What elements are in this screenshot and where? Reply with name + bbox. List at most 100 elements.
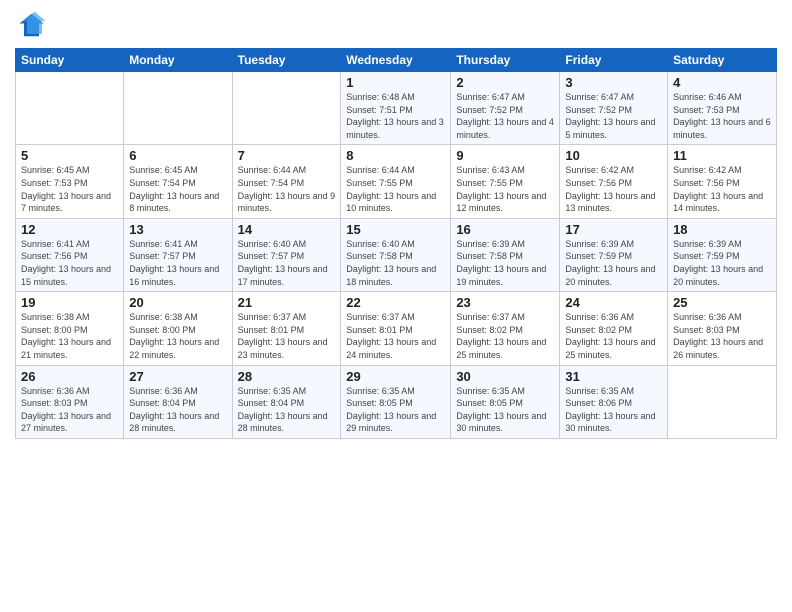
day-number: 7 [238,148,336,163]
day-cell: 21Sunrise: 6:37 AM Sunset: 8:01 PM Dayli… [232,292,341,365]
week-row-4: 19Sunrise: 6:38 AM Sunset: 8:00 PM Dayli… [16,292,777,365]
day-cell: 16Sunrise: 6:39 AM Sunset: 7:58 PM Dayli… [451,218,560,291]
day-info: Sunrise: 6:36 AM Sunset: 8:04 PM Dayligh… [129,385,226,435]
col-header-sunday: Sunday [16,49,124,72]
day-number: 29 [346,369,445,384]
day-number: 1 [346,75,445,90]
day-info: Sunrise: 6:41 AM Sunset: 7:57 PM Dayligh… [129,238,226,288]
day-cell: 25Sunrise: 6:36 AM Sunset: 8:03 PM Dayli… [668,292,777,365]
day-number: 26 [21,369,118,384]
day-number: 3 [565,75,662,90]
day-info: Sunrise: 6:44 AM Sunset: 7:55 PM Dayligh… [346,164,445,214]
day-info: Sunrise: 6:39 AM Sunset: 7:59 PM Dayligh… [673,238,771,288]
col-header-friday: Friday [560,49,668,72]
day-number: 24 [565,295,662,310]
day-number: 12 [21,222,118,237]
day-cell [668,365,777,438]
day-info: Sunrise: 6:38 AM Sunset: 8:00 PM Dayligh… [129,311,226,361]
page: SundayMondayTuesdayWednesdayThursdayFrid… [0,0,792,612]
week-row-3: 12Sunrise: 6:41 AM Sunset: 7:56 PM Dayli… [16,218,777,291]
day-number: 9 [456,148,554,163]
day-cell: 6Sunrise: 6:45 AM Sunset: 7:54 PM Daylig… [124,145,232,218]
day-cell: 4Sunrise: 6:46 AM Sunset: 7:53 PM Daylig… [668,72,777,145]
day-info: Sunrise: 6:44 AM Sunset: 7:54 PM Dayligh… [238,164,336,214]
day-info: Sunrise: 6:35 AM Sunset: 8:06 PM Dayligh… [565,385,662,435]
day-info: Sunrise: 6:42 AM Sunset: 7:56 PM Dayligh… [673,164,771,214]
col-header-saturday: Saturday [668,49,777,72]
day-number: 11 [673,148,771,163]
calendar-table: SundayMondayTuesdayWednesdayThursdayFrid… [15,48,777,439]
day-cell: 9Sunrise: 6:43 AM Sunset: 7:55 PM Daylig… [451,145,560,218]
day-number: 27 [129,369,226,384]
day-cell: 1Sunrise: 6:48 AM Sunset: 7:51 PM Daylig… [341,72,451,145]
day-cell: 10Sunrise: 6:42 AM Sunset: 7:56 PM Dayli… [560,145,668,218]
day-number: 6 [129,148,226,163]
day-cell: 23Sunrise: 6:37 AM Sunset: 8:02 PM Dayli… [451,292,560,365]
day-number: 19 [21,295,118,310]
day-info: Sunrise: 6:37 AM Sunset: 8:01 PM Dayligh… [346,311,445,361]
week-row-2: 5Sunrise: 6:45 AM Sunset: 7:53 PM Daylig… [16,145,777,218]
week-row-1: 1Sunrise: 6:48 AM Sunset: 7:51 PM Daylig… [16,72,777,145]
day-number: 21 [238,295,336,310]
day-cell: 17Sunrise: 6:39 AM Sunset: 7:59 PM Dayli… [560,218,668,291]
day-info: Sunrise: 6:47 AM Sunset: 7:52 PM Dayligh… [565,91,662,141]
day-cell: 12Sunrise: 6:41 AM Sunset: 7:56 PM Dayli… [16,218,124,291]
day-info: Sunrise: 6:42 AM Sunset: 7:56 PM Dayligh… [565,164,662,214]
day-number: 2 [456,75,554,90]
week-row-5: 26Sunrise: 6:36 AM Sunset: 8:03 PM Dayli… [16,365,777,438]
day-info: Sunrise: 6:38 AM Sunset: 8:00 PM Dayligh… [21,311,118,361]
calendar-header-row: SundayMondayTuesdayWednesdayThursdayFrid… [16,49,777,72]
day-cell: 22Sunrise: 6:37 AM Sunset: 8:01 PM Dayli… [341,292,451,365]
day-cell: 7Sunrise: 6:44 AM Sunset: 7:54 PM Daylig… [232,145,341,218]
logo [15,10,48,40]
day-number: 17 [565,222,662,237]
col-header-monday: Monday [124,49,232,72]
day-number: 4 [673,75,771,90]
day-number: 16 [456,222,554,237]
day-cell: 13Sunrise: 6:41 AM Sunset: 7:57 PM Dayli… [124,218,232,291]
day-info: Sunrise: 6:35 AM Sunset: 8:05 PM Dayligh… [456,385,554,435]
day-info: Sunrise: 6:45 AM Sunset: 7:54 PM Dayligh… [129,164,226,214]
day-cell [16,72,124,145]
day-cell: 27Sunrise: 6:36 AM Sunset: 8:04 PM Dayli… [124,365,232,438]
day-number: 8 [346,148,445,163]
day-info: Sunrise: 6:45 AM Sunset: 7:53 PM Dayligh… [21,164,118,214]
col-header-wednesday: Wednesday [341,49,451,72]
day-cell: 5Sunrise: 6:45 AM Sunset: 7:53 PM Daylig… [16,145,124,218]
day-number: 15 [346,222,445,237]
day-number: 5 [21,148,118,163]
day-cell: 24Sunrise: 6:36 AM Sunset: 8:02 PM Dayli… [560,292,668,365]
day-number: 10 [565,148,662,163]
day-number: 31 [565,369,662,384]
day-info: Sunrise: 6:47 AM Sunset: 7:52 PM Dayligh… [456,91,554,141]
day-cell: 30Sunrise: 6:35 AM Sunset: 8:05 PM Dayli… [451,365,560,438]
day-cell: 15Sunrise: 6:40 AM Sunset: 7:58 PM Dayli… [341,218,451,291]
day-info: Sunrise: 6:40 AM Sunset: 7:57 PM Dayligh… [238,238,336,288]
day-number: 13 [129,222,226,237]
day-info: Sunrise: 6:35 AM Sunset: 8:04 PM Dayligh… [238,385,336,435]
day-number: 28 [238,369,336,384]
day-info: Sunrise: 6:39 AM Sunset: 7:59 PM Dayligh… [565,238,662,288]
day-cell: 28Sunrise: 6:35 AM Sunset: 8:04 PM Dayli… [232,365,341,438]
col-header-tuesday: Tuesday [232,49,341,72]
day-cell: 2Sunrise: 6:47 AM Sunset: 7:52 PM Daylig… [451,72,560,145]
day-info: Sunrise: 6:48 AM Sunset: 7:51 PM Dayligh… [346,91,445,141]
day-number: 14 [238,222,336,237]
day-cell: 11Sunrise: 6:42 AM Sunset: 7:56 PM Dayli… [668,145,777,218]
day-info: Sunrise: 6:41 AM Sunset: 7:56 PM Dayligh… [21,238,118,288]
day-cell: 18Sunrise: 6:39 AM Sunset: 7:59 PM Dayli… [668,218,777,291]
day-info: Sunrise: 6:37 AM Sunset: 8:01 PM Dayligh… [238,311,336,361]
day-number: 20 [129,295,226,310]
day-cell: 20Sunrise: 6:38 AM Sunset: 8:00 PM Dayli… [124,292,232,365]
header [15,10,777,40]
day-number: 23 [456,295,554,310]
day-number: 22 [346,295,445,310]
day-cell [232,72,341,145]
day-info: Sunrise: 6:36 AM Sunset: 8:03 PM Dayligh… [673,311,771,361]
day-info: Sunrise: 6:46 AM Sunset: 7:53 PM Dayligh… [673,91,771,141]
day-info: Sunrise: 6:36 AM Sunset: 8:03 PM Dayligh… [21,385,118,435]
day-info: Sunrise: 6:37 AM Sunset: 8:02 PM Dayligh… [456,311,554,361]
day-cell: 3Sunrise: 6:47 AM Sunset: 7:52 PM Daylig… [560,72,668,145]
day-cell: 14Sunrise: 6:40 AM Sunset: 7:57 PM Dayli… [232,218,341,291]
day-cell: 31Sunrise: 6:35 AM Sunset: 8:06 PM Dayli… [560,365,668,438]
